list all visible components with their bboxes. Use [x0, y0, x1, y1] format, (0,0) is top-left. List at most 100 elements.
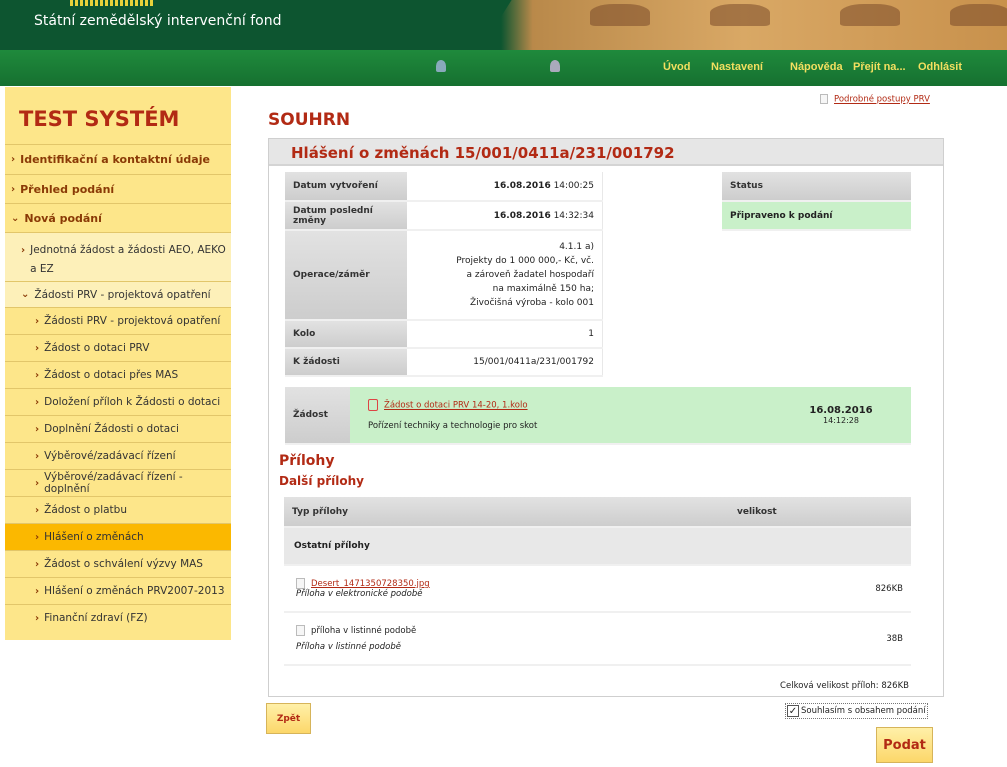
request-label: K žádosti: [285, 348, 407, 377]
created-value: 16.08.2016 14:00:25: [407, 172, 603, 202]
attachment-size: 38B: [729, 612, 911, 666]
document-icon: [820, 94, 828, 104]
system-title: TEST SYSTÉM: [19, 107, 180, 131]
operation-value: 4.1.1 a) Projekty do 1 000 000,- Kč, vč. a…: [407, 230, 603, 321]
col-type: Typ přílohy: [284, 497, 729, 528]
sidebar-item-label: Hlášení o změnách PRV2007-2013: [44, 585, 225, 597]
chevron-right-icon: ›: [35, 558, 40, 570]
changed-value: 16.08.2016 14:32:34: [407, 201, 603, 231]
subject-icon: [550, 60, 560, 72]
sidebar-item[interactable]: › Žádost o dotaci PRV: [5, 334, 231, 361]
sidebar-item[interactable]: › Přehled podání: [5, 174, 231, 203]
status-label: Status: [722, 172, 911, 202]
nav-prejit-na[interactable]: Přejít na...: [853, 61, 906, 73]
pdf-icon: [368, 399, 378, 411]
sidebar-item-label: Doplnění Žádosti o dotaci: [44, 423, 179, 435]
org-name: Státní zemědělský intervenční fond: [34, 13, 282, 29]
created-label: Datum vytvoření: [285, 172, 407, 202]
sidebar-item-label: Jednotná žádost a žádosti AEO, AEKO a EZ: [30, 244, 226, 275]
banner-image: [480, 0, 1007, 50]
group-row: Ostatní přílohy: [284, 527, 911, 566]
sidebar-item[interactable]: › Hlášení o změnách: [5, 523, 231, 550]
chevron-right-icon: ›: [11, 183, 16, 195]
attachment-link[interactable]: Desert_1471350728350.jpg: [311, 579, 430, 589]
attachment-row: Desert_1471350728350.jpg Příloha v elektr…: [284, 565, 911, 613]
agree-checkbox[interactable]: ✓: [787, 705, 799, 717]
agree-checkbox-label[interactable]: ✓ Souhlasím s obsahem podání: [785, 703, 928, 719]
attachment-type: Příloha v listinné podobě: [296, 642, 401, 652]
sidebar-item-label: Výběrové/zadávací řízení: [44, 450, 176, 462]
sidebar-item[interactable]: › Výběrové/zadávací řízení - doplnění: [5, 469, 231, 496]
request-value: 15/001/0411a/231/001792: [407, 348, 603, 377]
chevron-right-icon: ›: [35, 504, 40, 516]
total-size: Celková velikost příloh: 826KB: [780, 681, 909, 691]
page-title: SOUHRN: [268, 110, 351, 130]
user-icon: [436, 60, 446, 72]
sidebar-item[interactable]: › Žádost o dotaci přes MAS: [5, 361, 231, 388]
status-value: Připraveno k podání: [722, 201, 911, 231]
file-icon: [296, 578, 305, 589]
sidebar-item[interactable]: › Identifikační a kontaktní údaje: [5, 144, 231, 174]
operation-label: Operace/záměr: [285, 230, 407, 321]
sidebar-item[interactable]: ⌄ Žádosti PRV - projektová opatření: [5, 281, 231, 307]
chevron-right-icon: ›: [35, 612, 40, 624]
panel-title: Hlášení o změnách 15/001/0411a/231/00179…: [269, 139, 943, 166]
chevron-right-icon: ›: [35, 450, 40, 462]
back-button[interactable]: Zpět: [266, 703, 311, 734]
chevron-right-icon: ›: [35, 585, 40, 597]
sidebar-item-label: Výběrové/zadávací řízení - doplnění: [44, 471, 183, 495]
col-size: velikost: [729, 497, 911, 528]
nav-nastaveni[interactable]: Nastavení: [711, 61, 763, 73]
round-label: Kolo: [285, 320, 407, 349]
zadost-info: Žádost o dotaci PRV 14-20, 1.kolo Poříze…: [350, 387, 771, 445]
nav-napoveda[interactable]: Nápověda: [790, 61, 843, 73]
sidebar: TEST SYSTÉM › Identifikační a kontaktní ú…: [5, 87, 231, 640]
chevron-right-icon: ›: [35, 531, 40, 543]
submit-button[interactable]: Podat: [876, 727, 933, 763]
sidebar-item[interactable]: › Žádost o platbu: [5, 496, 231, 523]
sidebar-item[interactable]: › Jednotná žádost a žádosti AEO, AEKO a E…: [5, 232, 231, 281]
help-link-text[interactable]: Podrobné postupy PRV: [834, 95, 930, 105]
sidebar-item[interactable]: › Žádosti PRV - projektová opatření: [5, 307, 231, 334]
attachment-type: Příloha v elektronické podobě: [296, 589, 423, 599]
changed-label: Datum poslední změny: [285, 201, 407, 231]
nav-odhlasit[interactable]: Odhlásit: [918, 61, 962, 73]
chevron-right-icon: ›: [35, 423, 40, 435]
sidebar-item[interactable]: › Doložení příloh k Žádosti o dotaci: [5, 388, 231, 415]
chevron-right-icon: ›: [35, 342, 40, 354]
zadost-label: Žádost: [285, 387, 350, 445]
chevron-down-icon: ⌄: [21, 289, 30, 300]
sidebar-item-label: Doložení příloh k Žádosti o dotaci: [44, 396, 221, 408]
agree-text: Souhlasím s obsahem podání: [801, 706, 926, 716]
sidebar-item[interactable]: › Výběrové/zadávací řízení: [5, 442, 231, 469]
sidebar-item-label: Finanční zdraví (FZ): [44, 612, 148, 624]
attachment-size: 826KB: [729, 565, 911, 613]
chevron-down-icon: ⌄: [11, 212, 20, 224]
sidebar-item-label: Žádost o schválení výzvy MAS: [44, 558, 203, 570]
sidebar-item[interactable]: › Finanční zdraví (FZ): [5, 604, 231, 631]
top-nav: Úvod Nastavení Nápověda Přejít na... Odh…: [0, 50, 1007, 86]
sidebar-item[interactable]: ⌄ Nová podání: [5, 203, 231, 232]
sidebar-item-label: Identifikační a kontaktní údaje: [20, 153, 210, 166]
attachment-row: příloha v listinné podobě Příloha v listi…: [284, 612, 911, 666]
round-value: 1: [407, 320, 603, 349]
chevron-right-icon: ›: [35, 315, 40, 327]
summary-panel: Hlášení o změnách 15/001/0411a/231/00179…: [268, 138, 944, 697]
sidebar-item-label: Hlášení o změnách: [44, 531, 144, 543]
help-link[interactable]: Podrobné postupy PRV: [820, 94, 930, 105]
chevron-right-icon: ›: [35, 396, 40, 408]
attachments-table: Typ přílohy velikost Ostatní přílohy Dese…: [284, 497, 911, 666]
zadost-link[interactable]: Žádost o dotaci PRV 14-20, 1.kolo: [384, 401, 528, 411]
logo: [70, 0, 155, 6]
sidebar-item-label: Žádosti PRV - projektová opatření: [44, 315, 221, 327]
sidebar-item-label: Žádost o dotaci přes MAS: [44, 369, 179, 381]
sidebar-item[interactable]: › Hlášení o změnách PRV2007-2013: [5, 577, 231, 604]
zadost-datetime: 16.08.2016 14:12:28: [771, 387, 911, 445]
sidebar-item-label: Žádost o dotaci PRV: [44, 342, 150, 354]
sidebar-item[interactable]: › Doplnění Žádosti o dotaci: [5, 415, 231, 442]
sidebar-item[interactable]: › Žádost o schválení výzvy MAS: [5, 550, 231, 577]
sidebar-item-label: Žádosti PRV - projektová opatření: [34, 288, 211, 301]
attachments-subtitle: Další přílohy: [279, 474, 364, 488]
nav-uvod[interactable]: Úvod: [663, 61, 691, 73]
sidebar-item-label: Žádost o platbu: [44, 504, 127, 516]
